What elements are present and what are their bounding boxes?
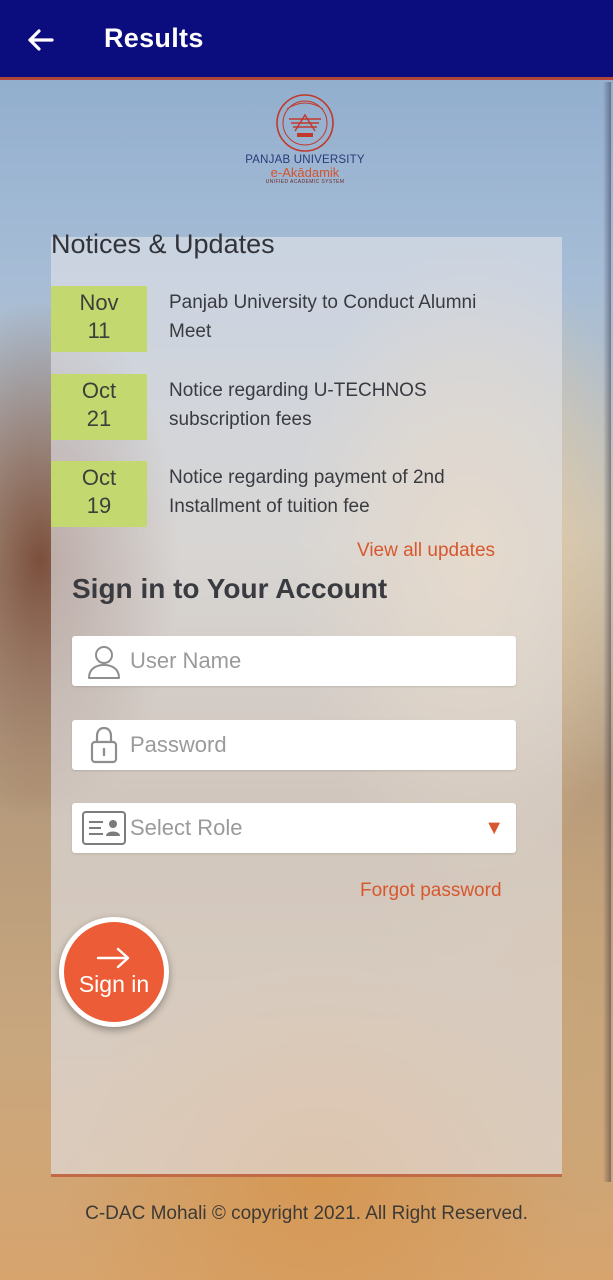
role-select[interactable]: Select Role ▼ [72,803,516,853]
signin-button-label: Sign in [78,970,150,997]
id-card-icon [80,809,128,847]
arrow-right-icon [96,947,130,968]
notice-item[interactable]: Oct 21 Notice regarding U-TECHNOS subscr… [51,374,511,440]
logo-tagline: UNIFIED ACADEMIC SYSTEM [265,179,345,185]
notice-date-badge: Oct 21 [51,374,147,440]
panel-divider [51,1174,562,1177]
view-all-updates-link[interactable]: View all updates [357,540,495,562]
signin-heading: Sign in to Your Account [72,573,388,604]
username-field[interactable] [72,636,516,686]
university-seal-icon [276,94,334,152]
notice-item[interactable]: Oct 19 Notice regarding payment of 2nd I… [51,461,511,527]
logo-product-name: e-Akādamik [270,165,340,180]
notice-date-badge: Oct 19 [51,461,147,527]
username-input[interactable] [130,636,500,686]
notices-heading: Notices & Updates [51,229,275,259]
notice-day: 19 [86,493,112,518]
user-icon [84,642,124,680]
app-bar: Results [0,0,613,80]
back-button[interactable] [22,22,58,58]
notice-month: Oct [81,465,117,490]
university-logo: PANJAB UNIVERSITY e-Akādamik UNIFIED ACA… [230,93,380,193]
notice-link[interactable]: Notice regarding U-TECHNOS subscription … [169,376,489,434]
password-input[interactable] [130,720,500,770]
role-select-value: Select Role [130,815,243,840]
arrow-left-icon [28,29,54,51]
signin-button[interactable]: Sign in [59,917,169,1027]
notice-date-badge: Nov 11 [51,286,147,352]
signin-button-face: Sign in [64,922,164,1022]
dropdown-triangle-icon: ▼ [484,817,504,839]
notice-link[interactable]: Panjab University to Conduct Alumni Meet [169,288,489,346]
notice-month: Nov [79,290,119,315]
notice-item[interactable]: Nov 11 Panjab University to Conduct Alum… [51,286,511,352]
lock-icon [84,726,124,764]
footer-copyright: C-DAC Mohali © copyright 2021. All Right… [85,1203,528,1224]
notice-day: 21 [86,406,112,431]
forgot-password-link[interactable]: Forgot password [360,880,502,902]
notice-month: Oct [81,378,117,403]
scrollbar [603,82,611,1182]
page-title: Results [104,23,204,53]
password-field[interactable] [72,720,516,770]
notice-link[interactable]: Notice regarding payment of 2nd Installm… [169,463,489,521]
notice-day: 11 [87,318,111,343]
